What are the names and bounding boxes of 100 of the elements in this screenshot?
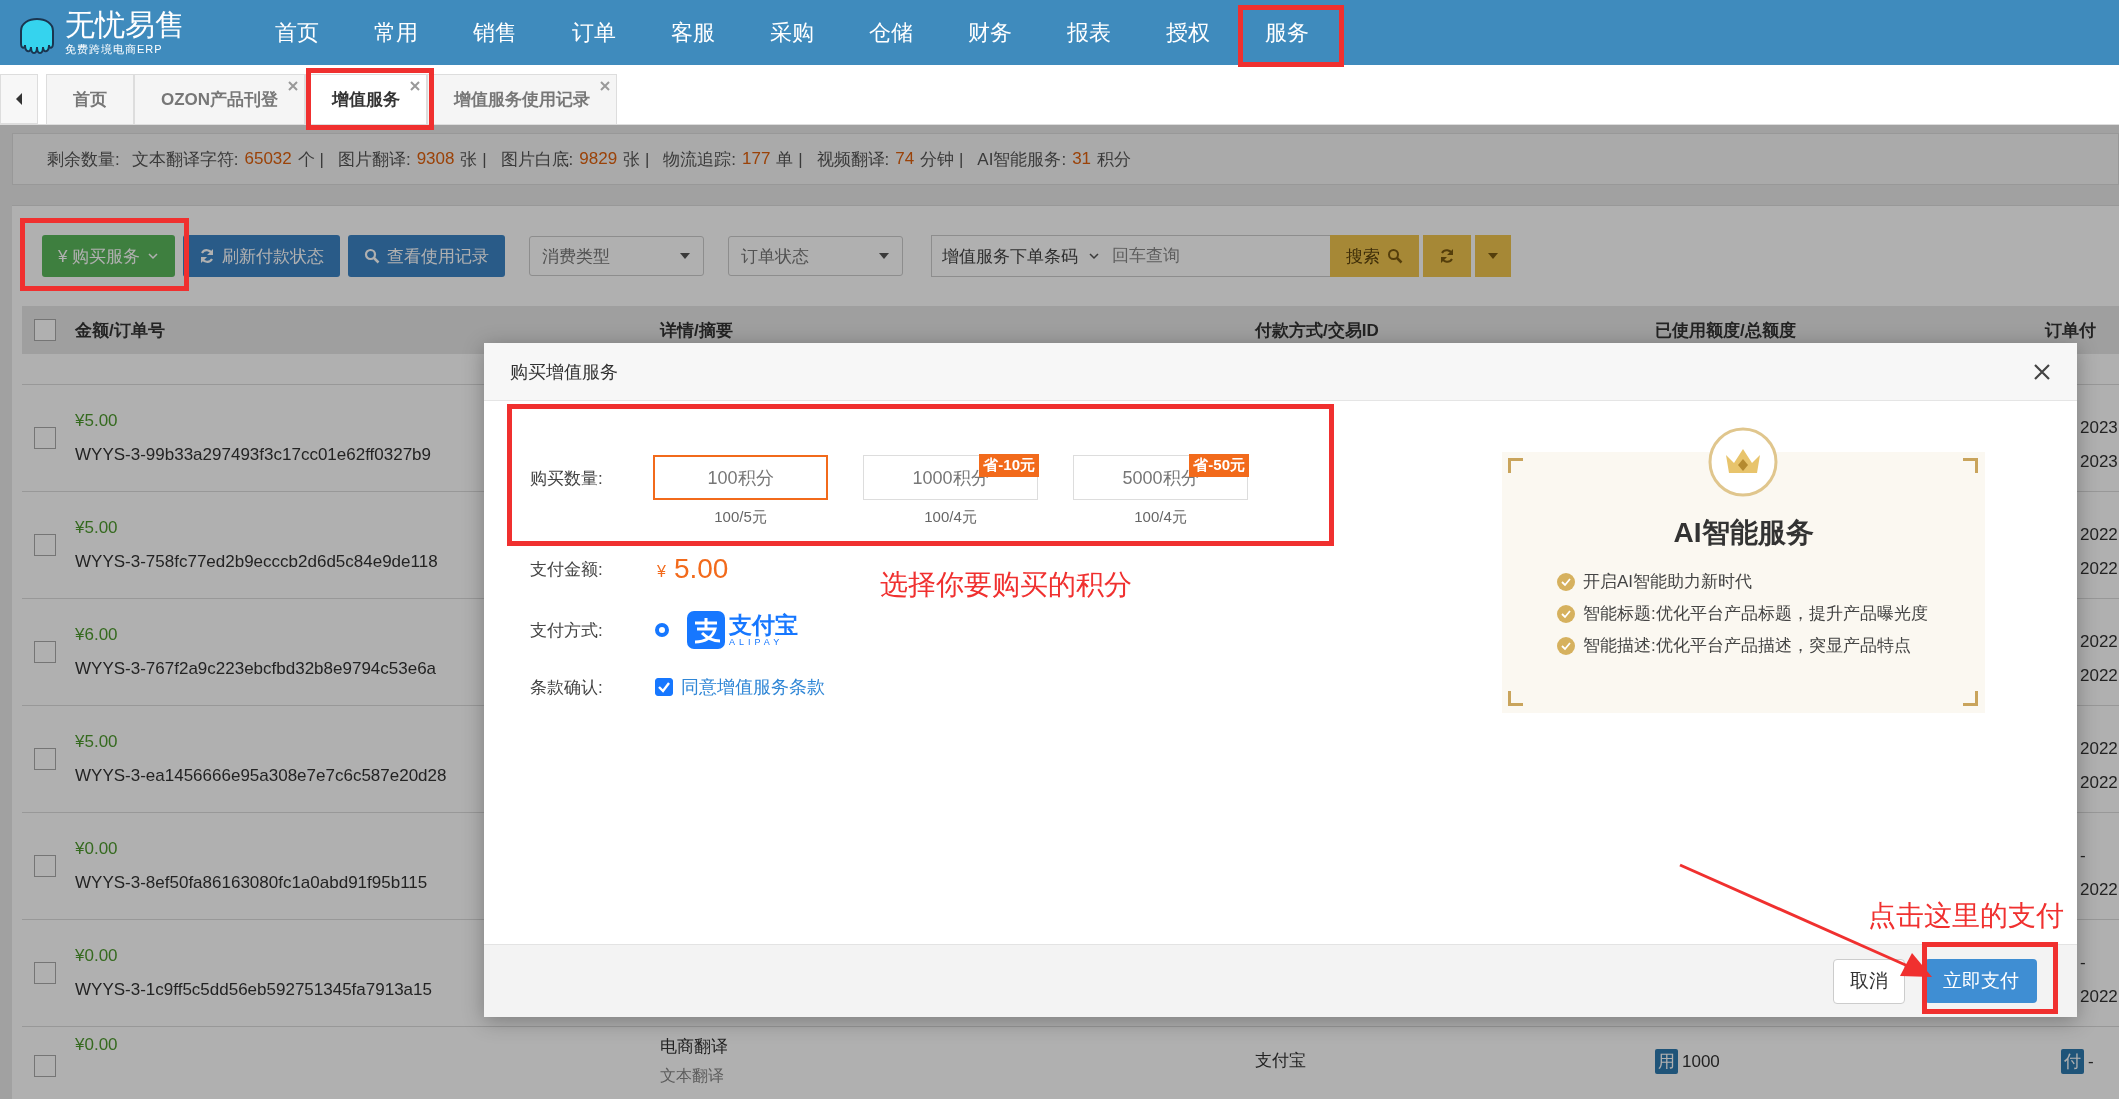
usage-history-button[interactable]: 查看使用记录 bbox=[348, 235, 506, 277]
search-icon bbox=[364, 248, 381, 264]
page-tab[interactable]: 首页 bbox=[46, 74, 134, 124]
check-circle-icon bbox=[1557, 572, 1575, 591]
filter-select[interactable]: 订单状态 bbox=[728, 236, 904, 276]
nav-item[interactable]: 仓储 bbox=[841, 17, 940, 48]
search-scope-select[interactable]: 增值服务下单条码 bbox=[931, 235, 1111, 277]
amount-text: ¥0.00 bbox=[75, 839, 118, 859]
search-field[interactable]: 回车查询 bbox=[1110, 235, 1331, 277]
summary-unit: 单 | bbox=[776, 148, 803, 171]
amount-text: ¥0.00 bbox=[75, 946, 118, 966]
buy-service-button[interactable]: ¥ 购买服务 bbox=[42, 235, 176, 277]
used-amount: 1000 bbox=[1682, 1051, 1720, 1072]
amount-text: ¥0.00 bbox=[75, 1035, 118, 1055]
column-header: 详情/摘要 bbox=[658, 319, 734, 342]
page-tab[interactable]: 增值服务 bbox=[305, 74, 428, 124]
date-text: 2022 bbox=[2080, 987, 2118, 1007]
quantity-label: 购买数量: bbox=[530, 468, 604, 490]
payment-method-label: 支付方式: bbox=[530, 619, 604, 642]
page-tab[interactable]: 增值服务使用记录 bbox=[427, 74, 618, 124]
nav-item[interactable]: 常用 bbox=[346, 17, 445, 48]
detail-text: 电商翻译 bbox=[660, 1036, 728, 1058]
nav-item[interactable]: 财务 bbox=[940, 17, 1039, 48]
tab-scroll-left-button[interactable] bbox=[0, 74, 38, 124]
column-header: 订单付 bbox=[2043, 319, 2097, 342]
summary-unit: 积分 bbox=[1097, 148, 1132, 171]
row-checkbox[interactable] bbox=[33, 534, 56, 556]
row-checkbox[interactable] bbox=[33, 1055, 56, 1077]
pay-now-button[interactable]: 立即支付 bbox=[1925, 959, 2037, 1003]
detail-subtext: 文本翻译 bbox=[660, 1066, 724, 1086]
row-checkbox[interactable] bbox=[33, 962, 56, 984]
used-tag: 用 bbox=[1655, 1049, 1678, 1074]
summary-value: 65032 bbox=[244, 149, 292, 169]
refresh-payment-button[interactable]: 刷新付款状态 bbox=[183, 235, 341, 277]
discount-badge: 省-50元 bbox=[1189, 454, 1249, 477]
nav-item[interactable]: 首页 bbox=[247, 17, 346, 48]
caret-icon bbox=[1487, 252, 1500, 260]
amount-text: ¥5.00 bbox=[75, 732, 118, 752]
nav-item[interactable]: 授权 bbox=[1138, 17, 1237, 48]
order-number: WYYS-3-ea1456666e95a308e7e7c6c587e20d28 bbox=[75, 766, 447, 786]
order-number: WYYS-3-99b33a297493f3c17cc01e62ff0327b9 bbox=[75, 445, 432, 465]
summary-unit: 张 | bbox=[460, 148, 487, 171]
nav-item[interactable]: 报表 bbox=[1039, 17, 1138, 48]
payment-brand-name: 支付宝 bbox=[729, 613, 798, 637]
check-circle-icon bbox=[1557, 636, 1575, 655]
more-button[interactable] bbox=[1475, 235, 1512, 277]
points-option[interactable]: 100积分 bbox=[653, 455, 828, 500]
search-icon bbox=[1387, 248, 1404, 264]
amount-text: ¥6.00 bbox=[75, 625, 118, 645]
summary-label: 视频翻译: bbox=[816, 148, 890, 171]
date-text: 2022 bbox=[2080, 632, 2118, 652]
terms-label: 条款确认: bbox=[530, 676, 604, 699]
terms-checkbox[interactable] bbox=[655, 678, 673, 696]
select-all-checkbox[interactable] bbox=[33, 319, 56, 341]
date-text: 2022 bbox=[2080, 525, 2118, 545]
reset-button[interactable] bbox=[1423, 235, 1472, 277]
date-text: 2022 bbox=[2080, 666, 2118, 686]
row-checkbox[interactable] bbox=[33, 748, 56, 770]
caret-icon bbox=[679, 252, 692, 260]
cancel-button[interactable]: 取消 bbox=[1833, 958, 1905, 1004]
amount-text: ¥5.00 bbox=[75, 411, 118, 431]
nav-item[interactable]: 服务 bbox=[1237, 17, 1336, 48]
date-text: 2023 bbox=[2080, 452, 2118, 472]
nav-item[interactable]: 客服 bbox=[643, 17, 742, 48]
nav-item[interactable]: 采购 bbox=[742, 17, 841, 48]
row-checkbox[interactable] bbox=[33, 855, 56, 877]
dialog-title: 购买增值服务 bbox=[510, 360, 618, 384]
date-text: 2022 bbox=[2080, 739, 2118, 759]
summary-label: AI智能服务: bbox=[977, 148, 1067, 171]
date-text: - bbox=[2080, 953, 2086, 973]
row-checkbox[interactable] bbox=[33, 641, 56, 663]
column-header: 付款方式/交易ID bbox=[1254, 319, 1380, 342]
summary-unit: 张 | bbox=[623, 148, 650, 171]
filter-select[interactable]: 消费类型 bbox=[529, 236, 705, 276]
date-text: 2022 bbox=[2080, 559, 2118, 579]
annotation-text: 选择你要购买的积分 bbox=[880, 568, 1132, 602]
order-number: WYYS-3-8ef50fa86163080fc1a0abd91f95b115 bbox=[75, 873, 428, 893]
search-button[interactable]: 搜索 bbox=[1330, 235, 1420, 277]
summary-label: 物流追踪: bbox=[663, 148, 737, 171]
order-number: WYYS-3-767f2a9c223ebcfbd32b8e9794c53e6a bbox=[75, 659, 437, 679]
summary-value: 9308 bbox=[416, 149, 455, 169]
close-icon[interactable] bbox=[2033, 362, 2051, 381]
summary-label: 图片白底: bbox=[500, 148, 574, 171]
summary-unit: 分钟 | bbox=[920, 148, 964, 171]
nav-item[interactable]: 订单 bbox=[544, 17, 643, 48]
row-checkbox[interactable] bbox=[33, 427, 56, 449]
amount-text: ¥5.00 bbox=[75, 518, 118, 538]
brand-name: 无忧易售 bbox=[65, 8, 185, 42]
payment-method-text: 支付宝 bbox=[1255, 1050, 1306, 1072]
order-number: WYYS-3-1c9ff5c5dd56eb592751345fa7913a15 bbox=[75, 980, 432, 1000]
page-tab[interactable]: OZON产品刊登 bbox=[134, 74, 306, 124]
date-text: 2023 bbox=[2080, 418, 2118, 438]
nav-item[interactable]: 销售 bbox=[445, 17, 544, 48]
payment-radio[interactable] bbox=[655, 623, 669, 637]
terms-link[interactable]: 同意增值服务条款 bbox=[681, 675, 825, 699]
date-text: - bbox=[2080, 846, 2086, 866]
discount-badge: 省-10元 bbox=[979, 454, 1039, 477]
option-price: 100/5元 bbox=[714, 508, 767, 527]
chevron-down-icon bbox=[147, 252, 160, 260]
summary-unit: 个 | bbox=[297, 148, 324, 171]
